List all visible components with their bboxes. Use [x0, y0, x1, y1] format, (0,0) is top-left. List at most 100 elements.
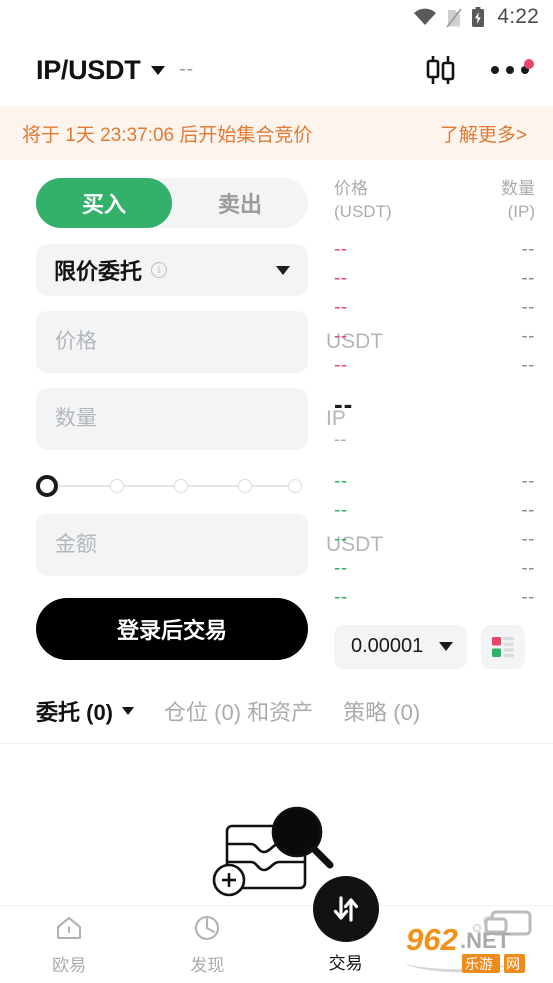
tab-positions-assets[interactable]: 仓位 (0) 和资产 [164, 695, 313, 727]
last-price-block: -- -- [334, 381, 535, 462]
bid-row[interactable]: -- -- [334, 526, 535, 555]
order-tabs: 委托 (0) 仓位 (0) 和资产 策略 (0) [0, 669, 553, 744]
chevron-down-icon[interactable] [276, 265, 290, 275]
slider-track [46, 485, 298, 487]
ask-qty: -- [521, 268, 535, 290]
tick-size-value: 0.00001 [351, 635, 424, 658]
order-book-qty-header-unit: (IP) [507, 201, 535, 221]
home-icon [55, 915, 83, 946]
ask-price: -- [334, 297, 348, 319]
bid-qty: -- [521, 471, 535, 493]
bid-price: -- [334, 471, 348, 493]
order-book-qty-header-label: 数量 [501, 179, 535, 198]
chevron-down-icon[interactable] [122, 706, 135, 715]
price-input[interactable] [55, 330, 326, 354]
no-sim-icon [446, 7, 463, 28]
ask-row[interactable]: -- -- [334, 265, 535, 294]
more-dot-2 [506, 66, 514, 74]
bid-qty: -- [521, 558, 535, 580]
buy-tab[interactable]: 买入 [36, 178, 172, 228]
bid-qty: -- [521, 529, 535, 551]
finance-icon [470, 915, 498, 946]
nav-item-discover-label: 发现 [190, 956, 225, 975]
chevron-down-icon[interactable] [439, 642, 454, 652]
ask-row[interactable]: -- -- [334, 352, 535, 381]
tab-positions-assets-label: 仓位 (0) 和资产 [164, 699, 314, 725]
order-form-panel: 买入 卖出 限价委托 i USDT IP [0, 168, 383, 669]
swap-icon[interactable] [312, 876, 379, 942]
order-book-controls: 0.00001 [334, 624, 535, 669]
order-type-select[interactable]: 限价委托 i [36, 244, 308, 296]
tab-strategies-label: 策略 (0) [343, 699, 421, 725]
login-to-trade-button[interactable]: 登录后交易 [36, 598, 308, 660]
info-icon[interactable]: i [151, 262, 168, 278]
order-book-price-header: 价格 (USDT) [334, 178, 392, 224]
quantity-input[interactable] [55, 407, 326, 431]
slider-step-25[interactable] [110, 479, 124, 493]
tab-orders[interactable]: 委托 (0) [36, 695, 135, 727]
nav-item-home-label: 欧易 [52, 956, 87, 975]
nav-item-home[interactable]: 欧易 [0, 906, 138, 976]
bid-price: -- [334, 529, 348, 551]
amount-input[interactable] [55, 533, 326, 557]
amount-percent-slider[interactable] [36, 464, 308, 508]
notification-badge [524, 59, 534, 69]
last-price-converted: -- [334, 428, 347, 449]
order-book-price-header-label: 价格 [334, 179, 368, 198]
ask-row[interactable]: -- -- [334, 294, 535, 323]
ask-price: -- [334, 239, 348, 261]
nav-item-trade-label: 交易 [328, 954, 363, 973]
tab-strategies[interactable]: 策略 (0) [343, 695, 420, 727]
learn-more-link[interactable]: 了解更多> [440, 120, 527, 147]
order-book-price-header-unit: (USDT) [334, 201, 392, 221]
nav-item-discover[interactable]: 发现 [138, 906, 276, 976]
ask-row[interactable]: -- -- [334, 323, 535, 352]
order-side-toggle: 买入 卖出 [36, 178, 308, 228]
slider-step-100[interactable] [288, 479, 302, 493]
ask-price: -- [334, 355, 348, 377]
tick-size-select[interactable]: 0.00001 [334, 624, 468, 669]
ask-row[interactable]: -- -- [334, 236, 535, 265]
bid-row[interactable]: -- -- [334, 584, 535, 613]
bottom-navigation: 欧易 发现 交易 金融 [0, 876, 553, 983]
order-book-header: 价格 (USDT) 数量 (IP) [334, 178, 535, 224]
nav-item-finance[interactable]: 金融 [415, 906, 553, 976]
bid-row[interactable]: -- -- [334, 497, 535, 526]
order-book-qty-header: 数量 (IP) [501, 178, 535, 224]
slider-step-75[interactable] [238, 479, 252, 493]
bid-row[interactable]: -- -- [334, 555, 535, 584]
order-book-panel: 价格 (USDT) 数量 (IP) -- -- -- -- -- -- -- -… [320, 168, 553, 669]
tab-orders-label: 委托 (0) [36, 699, 114, 725]
candlestick-chart-icon[interactable] [423, 53, 459, 87]
asks-list: -- -- -- -- -- -- -- -- -- -- [334, 236, 535, 381]
order-type-label: 限价委托 [54, 259, 143, 284]
bid-row[interactable]: -- -- [334, 468, 535, 497]
bid-qty: -- [521, 500, 535, 522]
trade-main: 买入 卖出 限价委托 i USDT IP [0, 160, 553, 669]
quantity-field[interactable]: IP [36, 388, 346, 450]
app-header: IP/USDT -- [0, 34, 553, 106]
trading-pair-title[interactable]: IP/USDT [36, 55, 141, 86]
nav-item-finance-label: 金融 [466, 956, 501, 975]
bid-price: -- [334, 500, 348, 522]
ask-qty: -- [521, 239, 535, 261]
trading-screen: 4:22 IP/USDT -- 将于 1天 23:37:06 后开始集合竞价 了… [0, 0, 553, 983]
auction-countdown-banner[interactable]: 将于 1天 23:37:06 后开始集合竞价 了解更多> [0, 106, 553, 160]
wifi-icon [413, 8, 437, 26]
last-price: -- [334, 388, 354, 419]
slider-thumb[interactable] [36, 475, 58, 497]
compass-icon [193, 915, 221, 946]
price-field[interactable]: USDT [36, 311, 383, 373]
slider-step-50[interactable] [174, 479, 188, 493]
ask-qty: -- [521, 326, 535, 348]
status-bar: 4:22 [0, 0, 553, 34]
amount-field[interactable]: USDT [36, 514, 383, 576]
more-dot-1 [491, 66, 499, 74]
order-book-layout-icon[interactable] [481, 624, 526, 669]
chevron-down-icon[interactable] [151, 65, 166, 75]
sell-tab[interactable]: 卖出 [172, 178, 308, 228]
bids-list: -- -- -- -- -- -- -- -- -- -- [334, 468, 535, 613]
pair-last-price: -- [179, 59, 195, 80]
ask-qty: -- [521, 297, 535, 319]
more-options-icon[interactable] [489, 59, 534, 80]
